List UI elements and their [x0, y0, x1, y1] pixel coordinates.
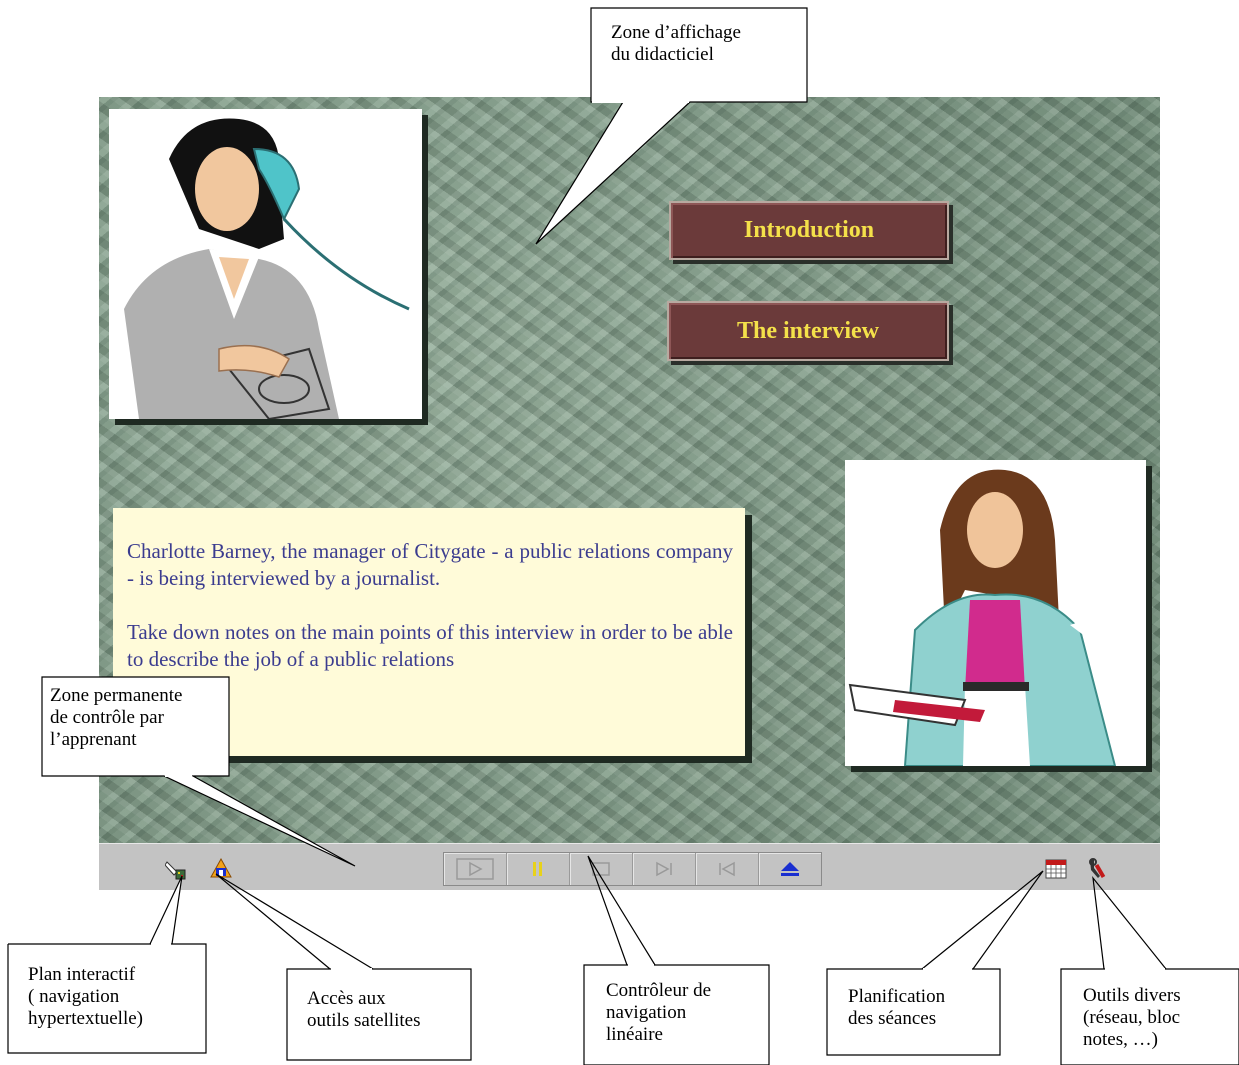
sessions-callout: Planification des séances	[848, 986, 945, 1030]
display-zone-callout: Zone d’affichage du didacticiel	[611, 22, 741, 66]
callout-line: des séances	[848, 1008, 937, 1029]
callout-line: hypertextuelle)	[28, 1008, 144, 1029]
callout-layer	[7, 7, 1239, 1065]
callout-line: navigation	[606, 1002, 687, 1023]
callout-line: (réseau, bloc	[1083, 1007, 1181, 1028]
linear-navigation-callout: Contrôleur de navigation linéaire	[606, 980, 711, 1046]
satellite-tools-callout: Accès aux outils satellites	[307, 988, 420, 1032]
callout-line: Outils divers	[1083, 985, 1181, 1006]
callout-line: de contrôle par	[50, 707, 164, 728]
callout-line: l’apprenant	[50, 729, 137, 750]
callout-line: Contrôleur de	[606, 980, 712, 1001]
callout-line: ( navigation	[28, 986, 120, 1007]
callout-line: Zone permanente	[50, 685, 183, 706]
interactive-plan-callout: Plan interactif ( navigation hypertextue…	[28, 964, 143, 1030]
misc-tools-callout: Outils divers (réseau, bloc notes, …)	[1083, 985, 1181, 1051]
callout-line: Accès aux	[307, 988, 386, 1009]
callout-line: du didacticiel	[611, 44, 714, 65]
callout-line: Plan interactif	[28, 964, 136, 985]
callout-line: outils satellites	[307, 1010, 421, 1031]
callout-line: notes, …)	[1083, 1029, 1158, 1050]
callout-line: Planification	[848, 986, 946, 1007]
callout-line: Zone d’affichage	[611, 22, 741, 43]
callout-line: linéaire	[606, 1024, 663, 1045]
control-zone-callout: Zone permanente de contrôle par l’appren…	[50, 685, 182, 751]
